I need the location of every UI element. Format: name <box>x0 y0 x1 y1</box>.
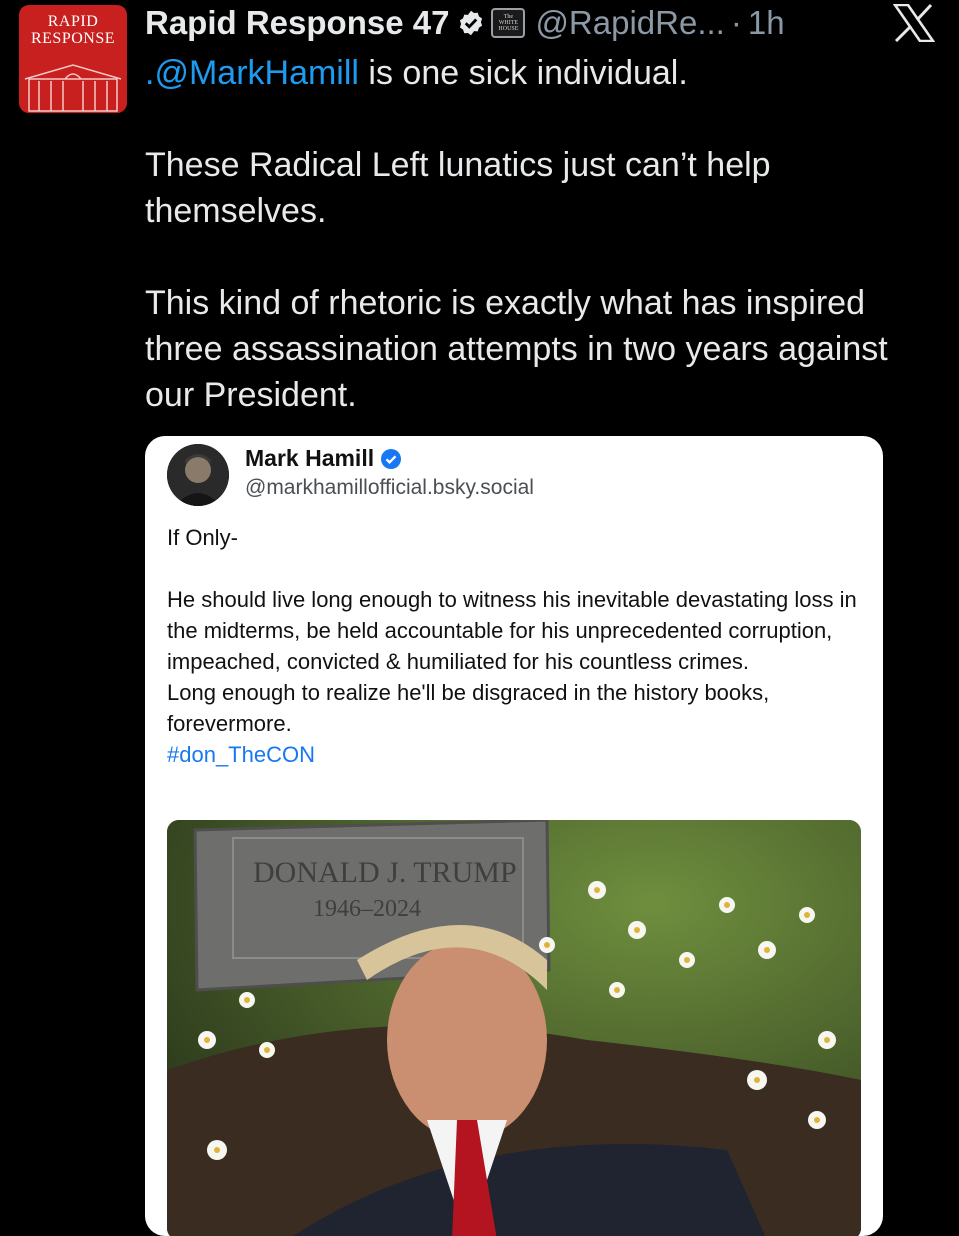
quoted-body-2: Long enough to realize he'll be disgrace… <box>167 680 770 736</box>
post-time[interactable]: 1h <box>748 4 785 42</box>
quoted-author-handle: @markhamillofficial.bsky.social <box>245 476 534 499</box>
quoted-body-1: He should live long enough to witness hi… <box>167 587 857 674</box>
quoted-screenshot-card[interactable]: Mark Hamill @markhamillofficial.bsky.soc… <box>145 436 883 1236</box>
author-handle[interactable]: @RapidRe... <box>535 4 724 42</box>
tweet-text: .@MarkHamill is one sick individual. The… <box>145 50 945 418</box>
mention-link[interactable]: .@MarkHamill <box>145 54 359 92</box>
quoted-post-body: If Only- He should live long enough to w… <box>167 522 867 770</box>
white-house-illustration <box>24 64 122 112</box>
avatar-text: RAPID RESPONSE <box>30 13 116 47</box>
quoted-post-image: DONALD J. TRUMP 1946–2024 <box>167 820 861 1236</box>
quoted-verified-icon <box>381 448 402 469</box>
verified-badge-icon[interactable] <box>457 9 485 37</box>
x-logo-icon[interactable] <box>893 4 935 42</box>
quoted-author-name: Mark Hamill <box>245 445 402 472</box>
tweet-paragraph-3: This kind of rhetoric is exactly what ha… <box>145 284 888 414</box>
headstone-dates: 1946–2024 <box>313 896 421 922</box>
tweet-line-1: .@MarkHamill is one sick individual. <box>145 54 688 92</box>
headstone-name: DONALD J. TRUMP <box>253 856 517 889</box>
quoted-hashtag: #don_TheCON <box>167 742 315 767</box>
affiliation-badge[interactable]: The WHITE HOUSE <box>491 8 526 38</box>
author-avatar[interactable]: RAPID RESPONSE <box>19 5 127 113</box>
tweet-paragraph-2: These Radical Left lunatics just can’t h… <box>145 146 771 230</box>
tweet-header: Rapid Response 47 The WHITE HOUSE @Rapid… <box>145 0 785 46</box>
author-display-name[interactable]: Rapid Response 47 <box>145 4 449 42</box>
header-separator: · <box>730 4 742 41</box>
quoted-author-avatar <box>167 444 229 506</box>
quoted-line-1: If Only- <box>167 525 238 550</box>
